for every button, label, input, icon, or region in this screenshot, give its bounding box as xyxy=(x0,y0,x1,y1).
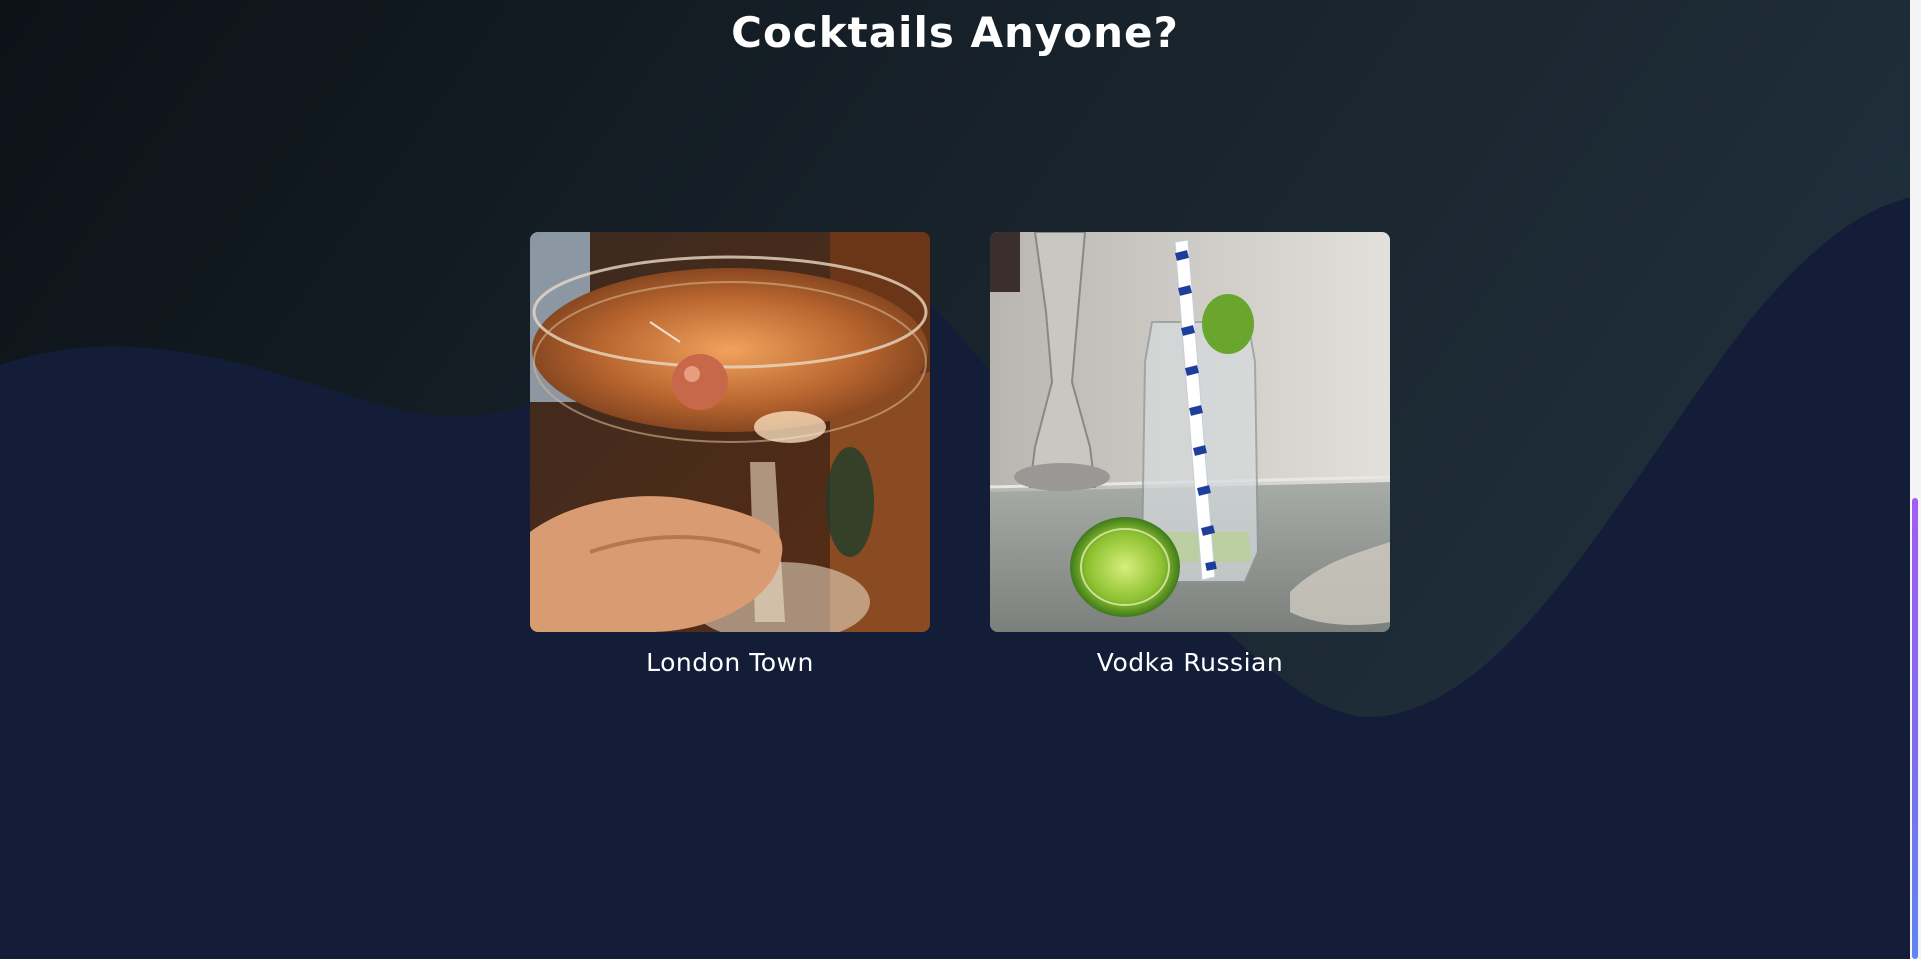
cocktail-name[interactable]: Vodka Russian xyxy=(990,648,1390,677)
cocktails-section: Cocktails Anyone? London Town Vodka Russ… xyxy=(0,0,1921,959)
background-wave xyxy=(0,195,1921,959)
scrollbar-thumb[interactable] xyxy=(1912,498,1918,959)
cocktail-name[interactable]: London Town xyxy=(530,648,930,677)
section-title: Cocktails Anyone? xyxy=(731,8,1179,57)
vodka-jar-with-lime-photo xyxy=(990,232,1390,632)
cocktail-card-vodka-russian[interactable]: Vodka Russian xyxy=(990,232,1390,677)
cocktail-card-london-town[interactable]: London Town xyxy=(530,232,930,677)
cocktail-coupe-glass-photo xyxy=(530,232,930,632)
